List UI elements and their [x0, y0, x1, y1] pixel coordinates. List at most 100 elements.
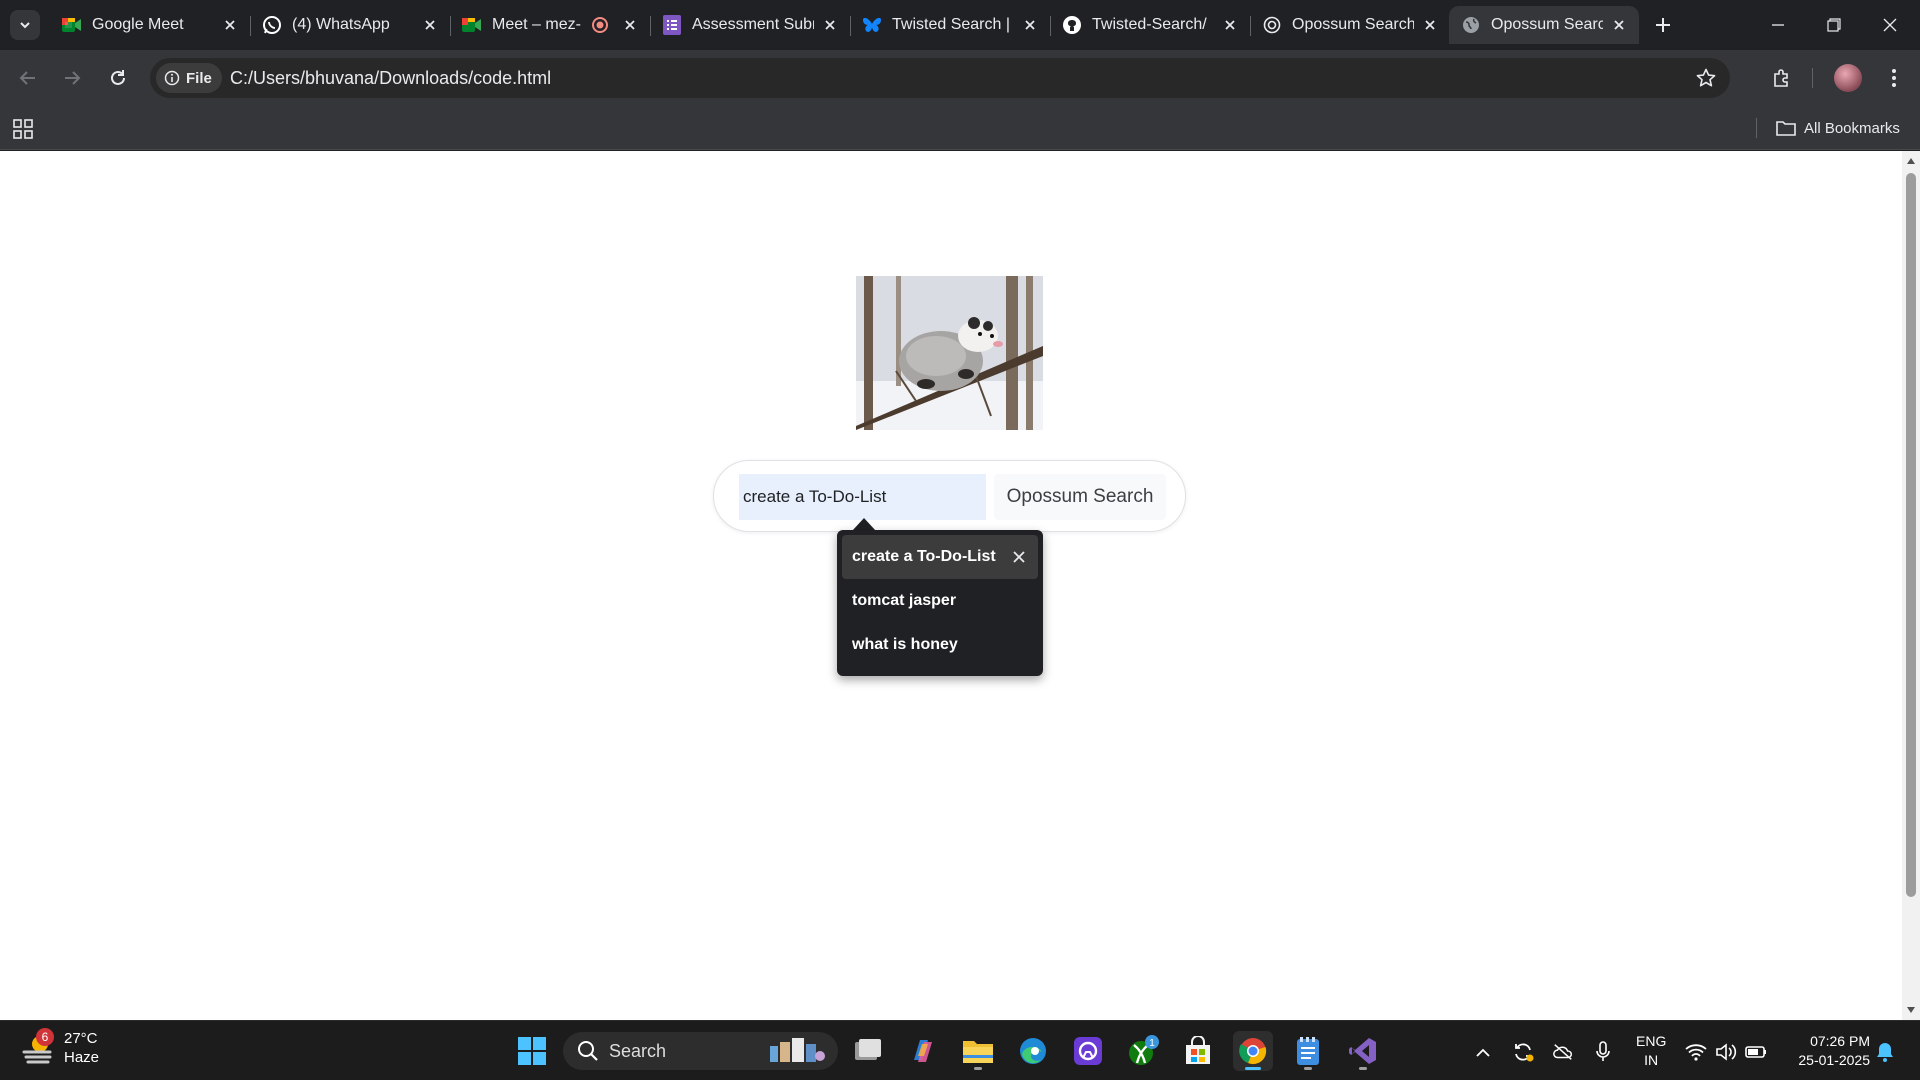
tab-search-button[interactable] — [10, 10, 40, 40]
extensions-button[interactable] — [1768, 64, 1796, 92]
onedrive-tray-button[interactable] — [1552, 1041, 1574, 1063]
tab-opossum-search-active[interactable]: Opossum Search — [1449, 6, 1639, 44]
bookmark-star-icon[interactable] — [1696, 68, 1716, 88]
input-language[interactable]: ENG IN — [1636, 1032, 1666, 1070]
autocomplete-item[interactable]: tomcat jasper — [842, 579, 1038, 623]
taskbar-search-label: Search — [609, 1040, 667, 1061]
tab-title: Twisted-Search/ — [1092, 16, 1207, 33]
tab-whatsapp[interactable]: (4) WhatsApp — [250, 6, 451, 44]
tab-google-meet[interactable]: Google Meet — [50, 6, 251, 44]
all-bookmarks-label: All Bookmarks — [1804, 119, 1900, 137]
site-info-label: File — [186, 69, 212, 87]
restore-icon — [1827, 18, 1841, 32]
tab-meet-mez[interactable]: Meet – mez- — [450, 6, 651, 44]
tab-title: Google Meet — [92, 16, 184, 33]
battery-icon — [1745, 1046, 1766, 1058]
tab-title: Opossum Search — [1292, 16, 1414, 33]
tab-assessment[interactable]: Assessment Subr — [650, 6, 851, 44]
close-icon — [1883, 18, 1897, 32]
microsoft-store-button[interactable] — [1178, 1031, 1218, 1071]
edge-button[interactable] — [1013, 1031, 1053, 1071]
github-icon — [1062, 15, 1082, 35]
store-icon — [1186, 1036, 1210, 1064]
chrome-button[interactable] — [1233, 1031, 1273, 1071]
opossum-search-button[interactable]: Opossum Search — [994, 474, 1166, 520]
task-view-button[interactable] — [848, 1031, 888, 1071]
scroll-up-arrow-icon[interactable] — [1907, 157, 1915, 165]
close-icon[interactable] — [620, 15, 640, 35]
region-code: IN — [1644, 1052, 1659, 1068]
opossum-image — [856, 276, 1043, 430]
cloud-offline-icon — [1553, 1044, 1572, 1060]
url-text[interactable]: C:/Users/bhuvana/Downloads/code.html — [230, 58, 551, 98]
battery-tray-button[interactable] — [1745, 1041, 1767, 1063]
browser-menu-button[interactable] — [1880, 64, 1908, 92]
weather-condition: Haze — [64, 1049, 100, 1066]
restore-button[interactable] — [1806, 0, 1862, 50]
xbox-button[interactable]: 1 — [1123, 1031, 1163, 1071]
tab-twisted-search[interactable]: Twisted Search | — [850, 6, 1051, 44]
chevron-down-icon — [20, 22, 30, 29]
scroll-down-arrow-icon[interactable] — [1907, 1006, 1915, 1014]
reload-icon — [111, 70, 125, 85]
close-icon[interactable] — [820, 15, 840, 35]
notepad-button[interactable] — [1288, 1031, 1328, 1071]
plus-icon — [1656, 18, 1670, 32]
sync-icon — [1515, 1043, 1534, 1062]
close-icon[interactable] — [1609, 15, 1629, 35]
scrollbar-thumb[interactable] — [1906, 173, 1916, 897]
tray-overflow-button[interactable] — [1472, 1041, 1494, 1063]
tab-title: Opossum Search — [1491, 16, 1603, 33]
minimize-button[interactable] — [1750, 0, 1806, 50]
forward-button[interactable] — [58, 64, 86, 92]
autocomplete-item[interactable]: what is honey — [842, 623, 1038, 667]
visual-studio-icon — [1349, 1038, 1376, 1064]
site-info-chip[interactable]: File — [156, 63, 222, 93]
profile-avatar[interactable] — [1834, 64, 1862, 92]
google-meet-icon — [62, 15, 82, 35]
close-icon[interactable] — [1220, 15, 1240, 35]
back-button[interactable] — [14, 64, 42, 92]
close-icon[interactable] — [1420, 15, 1440, 35]
app-button[interactable] — [1068, 1031, 1108, 1071]
volume-tray-button[interactable] — [1715, 1041, 1737, 1063]
close-icon[interactable] — [220, 15, 240, 35]
close-window-button[interactable] — [1862, 0, 1918, 50]
tab-title: Meet – mez- — [492, 16, 581, 33]
new-tab-button[interactable] — [1650, 12, 1676, 38]
remove-suggestion-icon[interactable] — [1012, 550, 1026, 564]
notifications-button[interactable] — [1874, 1041, 1896, 1063]
taskbar-search[interactable]: Search — [563, 1032, 838, 1070]
recording-icon — [590, 15, 610, 35]
system-clock[interactable]: 07:26 PM 25-01-2025 — [1786, 1032, 1870, 1070]
weather-widget[interactable]: 6 27°C Haze — [20, 1028, 100, 1067]
start-button[interactable] — [512, 1031, 552, 1071]
butterfly-icon — [862, 15, 882, 35]
language-code: ENG — [1636, 1033, 1667, 1049]
bookmarks-bar: All Bookmarks — [0, 106, 1920, 150]
weather-temperature: 27°C — [64, 1030, 98, 1047]
sync-tray-button[interactable] — [1512, 1041, 1534, 1063]
info-icon — [164, 70, 180, 86]
autocomplete-item[interactable]: create a To-Do-List — [842, 535, 1038, 579]
all-bookmarks-button[interactable]: All Bookmarks — [1776, 106, 1900, 150]
reload-button[interactable] — [104, 64, 132, 92]
microphone-tray-button[interactable] — [1592, 1041, 1614, 1063]
file-explorer-button[interactable] — [958, 1031, 998, 1071]
apps-grid-icon[interactable] — [12, 118, 34, 140]
tab-github[interactable]: Twisted-Search/ — [1050, 6, 1251, 44]
notepad-icon — [1297, 1037, 1319, 1065]
address-bar[interactable]: File C:/Users/bhuvana/Downloads/code.htm… — [150, 58, 1730, 98]
close-icon[interactable] — [420, 15, 440, 35]
wifi-tray-button[interactable] — [1685, 1041, 1707, 1063]
close-icon[interactable] — [1020, 15, 1040, 35]
copilot-button[interactable] — [903, 1031, 943, 1071]
page-scrollbar[interactable] — [1902, 151, 1920, 1020]
autocomplete-item-label: what is honey — [852, 636, 958, 653]
visual-studio-button[interactable] — [1343, 1031, 1383, 1071]
tab-strip: Google Meet (4) WhatsApp Meet – mez- Ass… — [0, 0, 1920, 50]
tab-title: Twisted Search | — [892, 16, 1010, 33]
tab-opossum-search-1[interactable]: Opossum Search — [1250, 6, 1450, 44]
clock-date: 25-01-2025 — [1798, 1052, 1870, 1068]
search-input[interactable] — [739, 474, 986, 520]
